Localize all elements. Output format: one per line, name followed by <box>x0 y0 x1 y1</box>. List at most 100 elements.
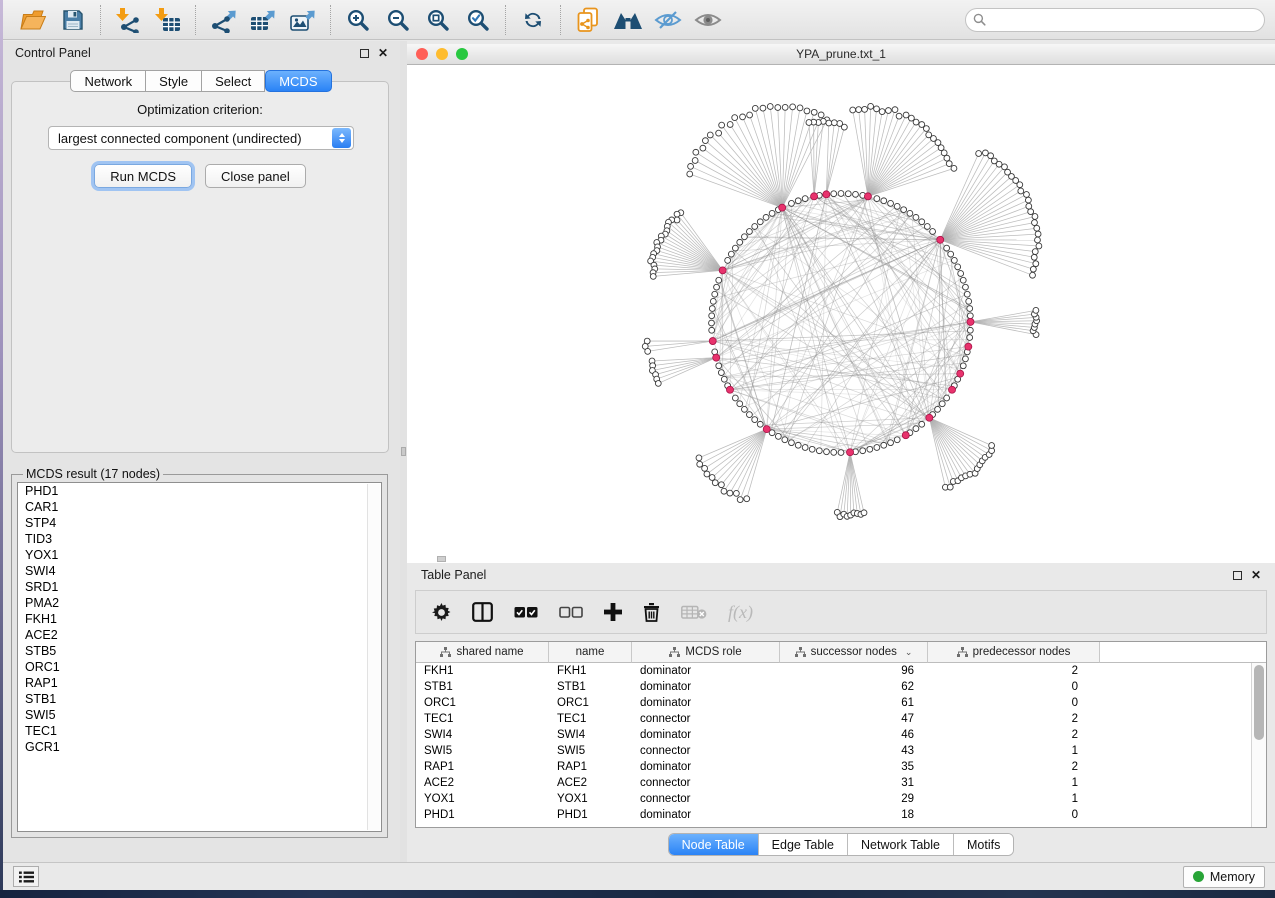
graph-leaf-node[interactable] <box>856 107 862 113</box>
graph-hub-node[interactable] <box>937 236 944 243</box>
graph-leaf-node[interactable] <box>719 482 725 488</box>
graph-leaf-node[interactable] <box>874 106 880 112</box>
graph-node[interactable] <box>831 191 837 197</box>
graph-node[interactable] <box>935 406 941 412</box>
search-input[interactable] <box>991 13 1257 27</box>
graph-node[interactable] <box>712 291 718 297</box>
mcds-result-item[interactable]: STB1 <box>18 691 381 707</box>
graph-node[interactable] <box>714 284 720 290</box>
graph-node[interactable] <box>966 298 972 304</box>
graph-node[interactable] <box>944 245 950 251</box>
header-successor-nodes[interactable]: successor nodes ⌄ <box>780 642 928 663</box>
cell-predecessor-nodes[interactable]: 2 <box>928 663 1092 679</box>
table-row[interactable]: RAP1RAP1dominator352 <box>416 759 1251 775</box>
tab-edge-table[interactable]: Edge Table <box>759 834 848 855</box>
mcds-result-item[interactable]: PMA2 <box>18 595 381 611</box>
graph-node[interactable] <box>752 417 758 423</box>
graph-leaf-node[interactable] <box>837 121 843 127</box>
hide-graphics-details-icon[interactable] <box>651 4 685 36</box>
graph-leaf-node[interactable] <box>697 461 703 467</box>
table-row[interactable]: SWI5SWI5connector431 <box>416 743 1251 759</box>
graph-hub-node[interactable] <box>726 386 733 393</box>
header-mcds-role[interactable]: MCDS role <box>632 642 780 663</box>
cell-predecessor-nodes[interactable]: 0 <box>928 807 1092 823</box>
graph-hub-node[interactable] <box>926 414 933 421</box>
cell-predecessor-nodes[interactable]: 1 <box>928 791 1092 807</box>
graph-leaf-node[interactable] <box>704 471 710 477</box>
cell-successor-nodes[interactable]: 62 <box>780 679 928 695</box>
cell-successor-nodes[interactable]: 96 <box>780 663 928 679</box>
graph-leaf-node[interactable] <box>926 132 932 138</box>
graph-leaf-node[interactable] <box>1030 272 1036 278</box>
close-panel-icon[interactable]: ✕ <box>378 47 388 59</box>
export-image-icon[interactable] <box>286 4 320 36</box>
graph-leaf-node[interactable] <box>700 145 706 151</box>
cell-predecessor-nodes[interactable]: 0 <box>928 695 1092 711</box>
share-document-icon[interactable] <box>571 4 605 36</box>
graph-node[interactable] <box>967 306 973 312</box>
graph-hub-node[interactable] <box>763 426 770 433</box>
zoom-in-icon[interactable] <box>341 4 375 36</box>
graph-hub-node[interactable] <box>779 204 786 211</box>
mcds-list-scrollbar[interactable] <box>367 484 380 830</box>
graph-leaf-node[interactable] <box>740 114 746 120</box>
mcds-result-item[interactable]: PHD1 <box>18 483 381 499</box>
graph-leaf-node[interactable] <box>896 113 902 119</box>
cell-name[interactable]: YOX1 <box>549 791 632 807</box>
cell-mcds-role[interactable]: dominator <box>632 695 780 711</box>
graph-node[interactable] <box>951 257 957 263</box>
graph-node[interactable] <box>716 363 722 369</box>
graph-node[interactable] <box>769 210 775 216</box>
graph-leaf-node[interactable] <box>687 171 693 177</box>
graph-node[interactable] <box>709 320 715 326</box>
graph-node[interactable] <box>742 234 748 240</box>
graph-leaf-node[interactable] <box>818 112 824 118</box>
graph-node[interactable] <box>838 450 844 456</box>
cell-mcds-role[interactable]: connector <box>632 791 780 807</box>
graph-leaf-node[interactable] <box>727 122 733 128</box>
cell-shared-name[interactable]: SWI5 <box>416 743 549 759</box>
close-panel-button[interactable]: Close panel <box>205 164 306 188</box>
graph-hub-node[interactable] <box>965 343 972 350</box>
graph-leaf-node[interactable] <box>989 443 995 449</box>
graph-leaf-node[interactable] <box>1030 266 1036 272</box>
export-network-icon[interactable] <box>206 4 240 36</box>
tab-mcds[interactable]: MCDS <box>265 70 331 92</box>
graph-node[interactable] <box>757 421 763 427</box>
graph-node[interactable] <box>747 412 753 418</box>
float-panel-icon[interactable] <box>360 49 369 58</box>
graph-node[interactable] <box>881 198 887 204</box>
graph-node[interactable] <box>710 298 716 304</box>
graph-leaf-node[interactable] <box>804 108 810 114</box>
cell-successor-nodes[interactable]: 43 <box>780 743 928 759</box>
graph-leaf-node[interactable] <box>1033 261 1039 267</box>
graph-leaf-node[interactable] <box>733 490 739 496</box>
graph-leaf-node[interactable] <box>861 510 867 516</box>
select-all-icon[interactable] <box>514 606 538 619</box>
graph-leaf-node[interactable] <box>732 115 738 121</box>
cell-successor-nodes[interactable]: 29 <box>780 791 928 807</box>
graph-leaf-node[interactable] <box>947 484 953 490</box>
table-row[interactable]: STB1STB1dominator620 <box>416 679 1251 695</box>
graph-node[interactable] <box>874 196 880 202</box>
graph-leaf-node[interactable] <box>702 138 708 144</box>
criterion-dropdown[interactable]: largest connected component (undirected) <box>48 126 354 150</box>
tab-style[interactable]: Style <box>145 70 202 92</box>
graph-leaf-node[interactable] <box>811 109 817 115</box>
show-columns-icon[interactable] <box>472 602 493 622</box>
graph-node[interactable] <box>958 271 964 277</box>
mcds-result-item[interactable]: SWI4 <box>18 563 381 579</box>
cell-mcds-role[interactable]: connector <box>632 711 780 727</box>
graph-leaf-node[interactable] <box>1035 231 1041 237</box>
graph-leaf-node[interactable] <box>782 104 788 110</box>
graph-hub-node[interactable] <box>949 386 956 393</box>
cell-shared-name[interactable]: ORC1 <box>416 695 549 711</box>
network-canvas[interactable] <box>407 65 1275 563</box>
graph-leaf-node[interactable] <box>826 120 832 126</box>
graph-node[interactable] <box>763 214 769 220</box>
vertical-splitter[interactable] <box>400 41 407 862</box>
cell-shared-name[interactable]: SWI4 <box>416 727 549 743</box>
cell-name[interactable]: FKH1 <box>549 663 632 679</box>
graph-node[interactable] <box>737 239 743 245</box>
graph-node[interactable] <box>838 191 844 197</box>
